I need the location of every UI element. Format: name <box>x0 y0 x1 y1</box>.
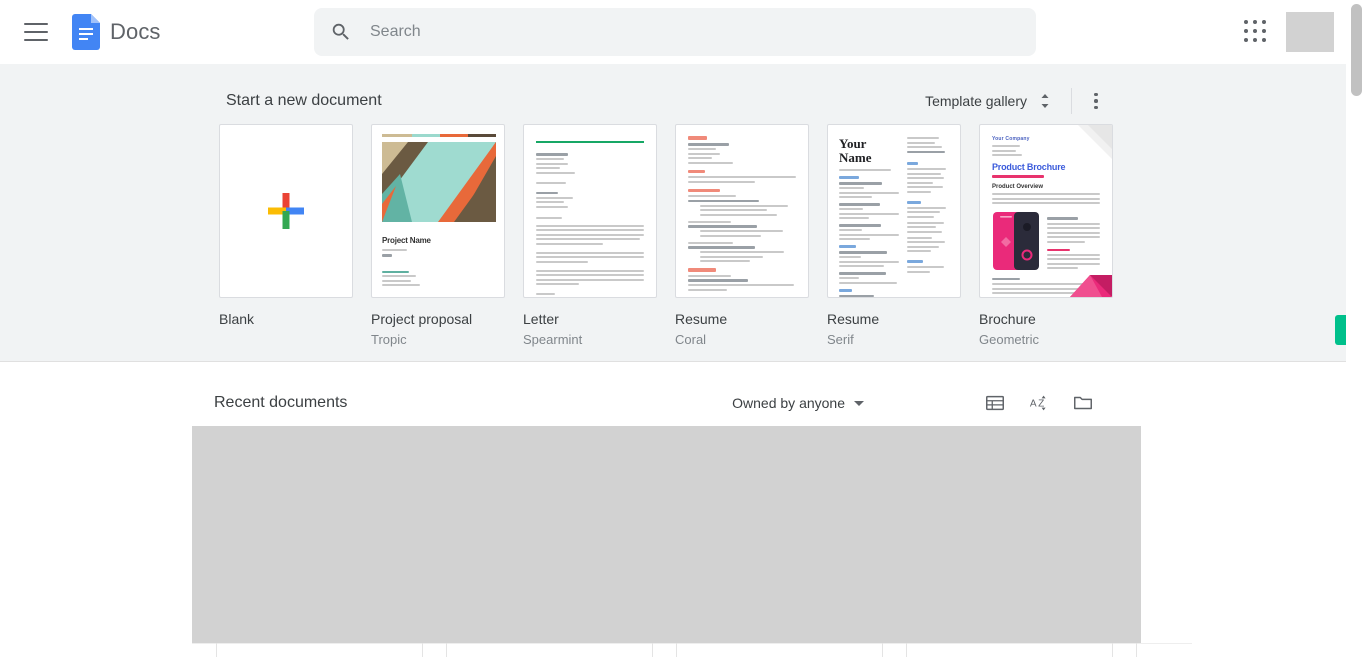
template-list: Blank Project Name Project proposal Trop… <box>219 124 1113 348</box>
list-view-icon[interactable] <box>984 392 1006 414</box>
tropic-geometric-cover: Project Name <box>372 125 504 297</box>
template-card-project-proposal[interactable]: Project Name Project proposal Tropic <box>371 124 505 348</box>
spearmint-letter <box>524 125 656 297</box>
template-thumbnail[interactable] <box>523 124 657 298</box>
recent-documents-header: Recent documents Owned by anyone A Z <box>214 385 1094 421</box>
template-gallery-toggle[interactable]: Template gallery <box>925 91 1053 111</box>
template-thumbnail[interactable]: Project Name <box>371 124 505 298</box>
thumb-heading: Project Name <box>382 236 431 245</box>
template-thumbnail[interactable] <box>675 124 809 298</box>
search-bar[interactable] <box>314 8 1036 56</box>
google-apps-grid-icon[interactable] <box>1244 20 1268 44</box>
blank-plus-icon <box>220 125 352 297</box>
template-card-blank[interactable]: Blank <box>219 124 353 348</box>
template-thumbnail[interactable]: Your Name <box>827 124 961 298</box>
template-name: Resume <box>675 311 728 327</box>
search-icon <box>314 21 352 43</box>
green-side-tab[interactable] <box>1335 315 1346 345</box>
recent-documents-section: Recent documents Owned by anyone A Z <box>0 363 1346 657</box>
thumb-heading: Your Name <box>839 136 872 165</box>
svg-text:A: A <box>1030 399 1037 410</box>
template-subtitle: Spearmint <box>523 332 583 347</box>
app-header: Docs <box>0 0 1346 64</box>
template-gallery-label: Template gallery <box>925 93 1027 109</box>
template-subtitle: Tropic <box>371 332 407 347</box>
template-name: Blank <box>219 311 255 327</box>
serif-resume: Your Name <box>828 125 960 297</box>
section-title: Recent documents <box>214 394 348 411</box>
chevron-up-down-icon <box>1027 91 1053 111</box>
folder-icon[interactable] <box>1072 392 1094 414</box>
owner-filter-dropdown[interactable]: Owned by anyone <box>732 395 864 411</box>
toolbar-divider <box>1071 88 1072 114</box>
coral-resume <box>676 125 808 297</box>
template-name: Brochure <box>979 311 1036 327</box>
template-thumbnail[interactable] <box>219 124 353 298</box>
template-card-brochure[interactable]: Your Company Product Brochure Product Ov… <box>979 124 1113 348</box>
thumb-subheading: Product Overview <box>992 184 1044 190</box>
hamburger-menu-icon[interactable] <box>24 23 48 41</box>
google-docs-icon <box>72 14 100 50</box>
templates-header: Start a new document Template gallery <box>226 84 1106 118</box>
template-name: Letter <box>523 311 559 327</box>
vertical-scrollbar[interactable] <box>1346 0 1366 657</box>
product-name: Docs <box>110 19 161 44</box>
template-subtitle: Serif <box>827 332 854 347</box>
section-title: Start a new document <box>226 92 382 109</box>
template-subtitle: Coral <box>675 332 707 347</box>
template-thumbnail[interactable]: Your Company Product Brochure Product Ov… <box>979 124 1113 298</box>
sort-az-icon[interactable]: A Z <box>1028 392 1050 414</box>
search-input[interactable] <box>368 16 988 48</box>
geometric-brochure: Your Company Product Brochure Product Ov… <box>980 125 1112 297</box>
start-new-document-section: Start a new document Template gallery Bl… <box>0 64 1346 362</box>
account-avatar[interactable] <box>1286 12 1334 52</box>
template-card-resume-serif[interactable]: Your Name Resume Serif <box>827 124 961 348</box>
template-subtitle: Geometric <box>979 332 1039 347</box>
more-vertical-icon[interactable] <box>1086 89 1106 113</box>
thumb-heading: Product Brochure <box>992 162 1066 172</box>
caret-down-icon <box>854 400 864 406</box>
owner-filter-label: Owned by anyone <box>732 395 845 411</box>
docs-home-link[interactable]: Docs <box>72 14 161 50</box>
template-card-resume-coral[interactable]: Resume Coral <box>675 124 809 348</box>
template-name: Project proposal <box>371 311 473 327</box>
document-grid-columns <box>192 643 1192 657</box>
template-name: Resume <box>827 311 880 327</box>
documents-loading-placeholder <box>192 426 1141 643</box>
template-card-letter[interactable]: Letter Spearmint <box>523 124 657 348</box>
scrollbar-thumb[interactable] <box>1351 4 1362 96</box>
